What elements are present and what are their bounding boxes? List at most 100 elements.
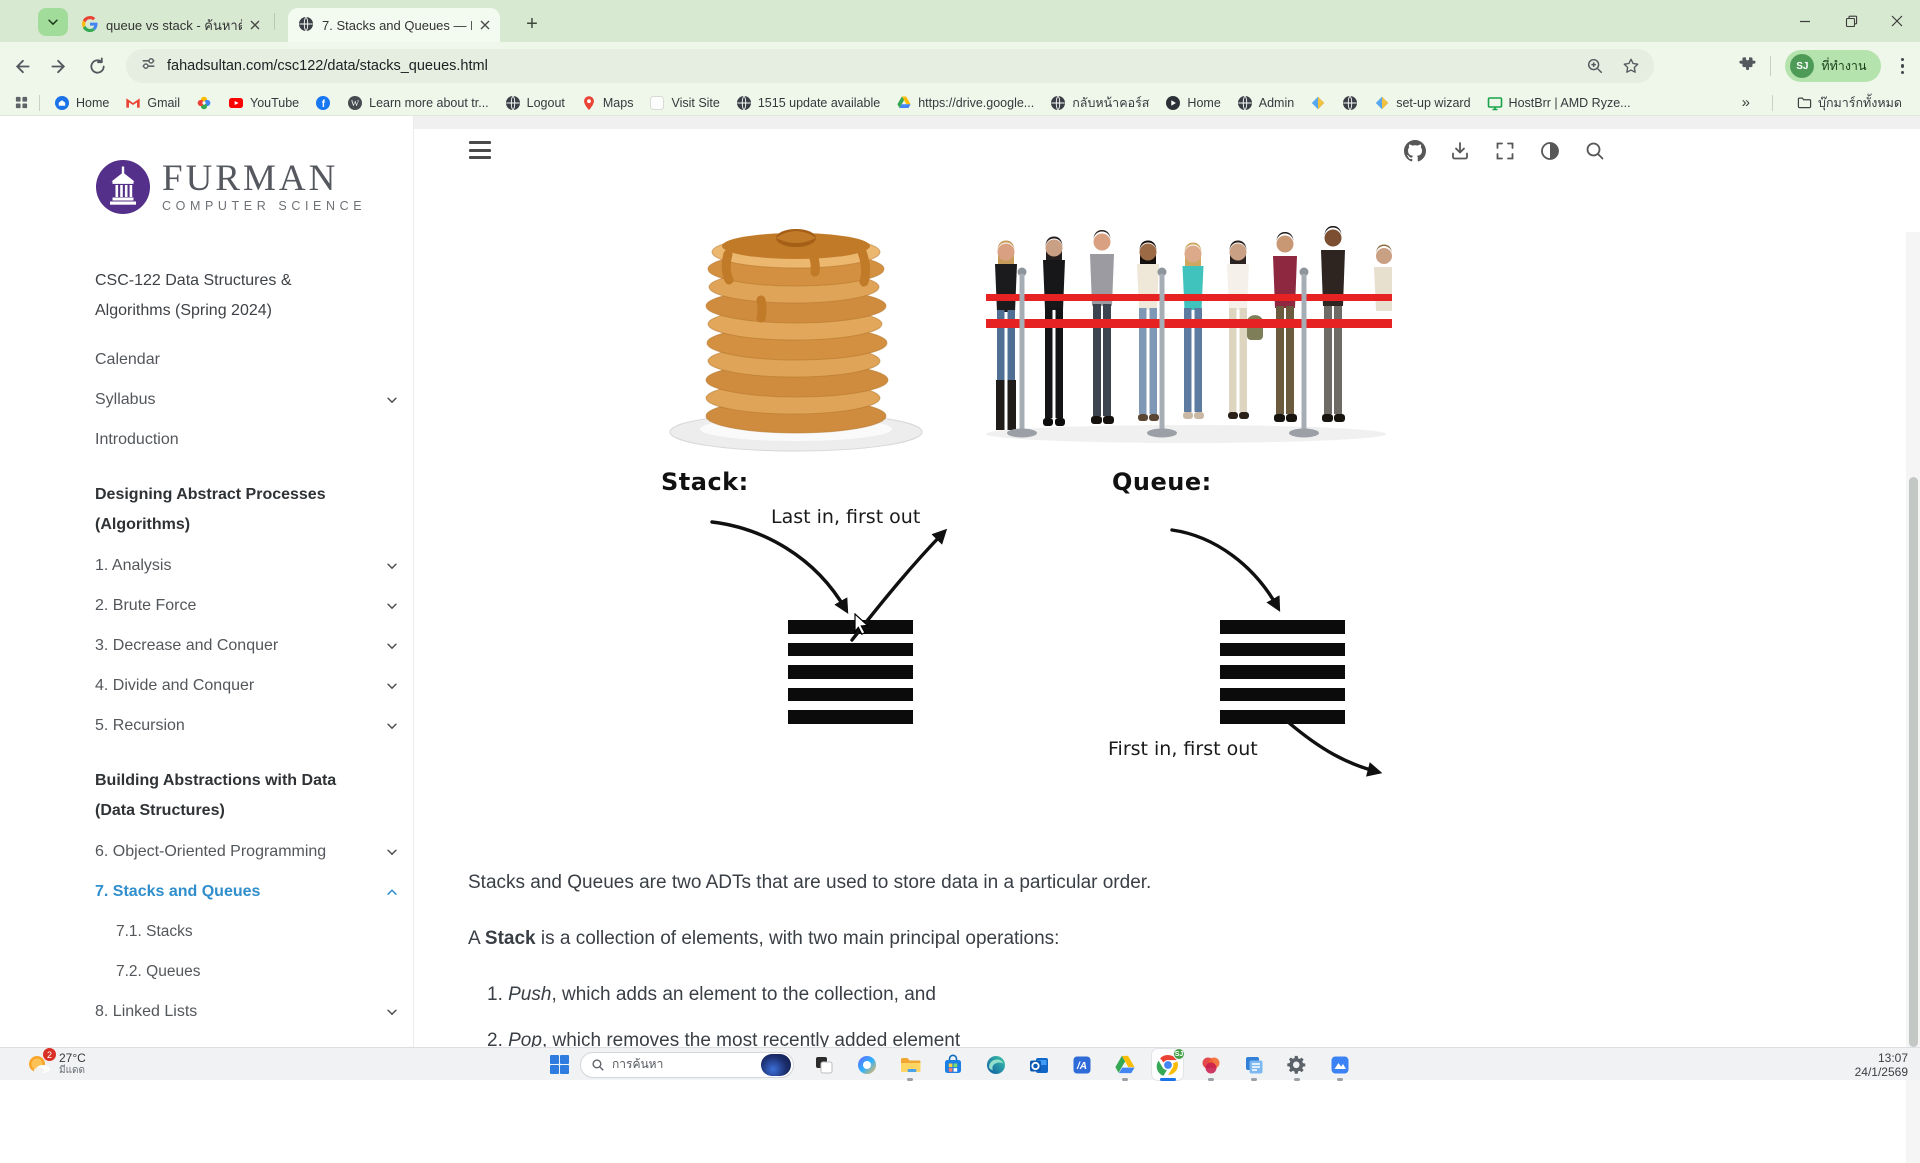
bookmark-item[interactable]: Visit Site [641, 95, 727, 111]
extensions-icon[interactable] [1737, 54, 1756, 78]
lifo-label: Last in, first out [771, 506, 920, 528]
sidebar-item[interactable]: Introduction [95, 420, 399, 460]
outlook-taskbar-icon[interactable] [1023, 1049, 1054, 1080]
bookmark-item[interactable]: 1515 update available [728, 95, 888, 111]
sidebar-item[interactable]: 6. Object-Oriented Programming [95, 832, 399, 872]
chevron-down-icon[interactable] [385, 845, 399, 859]
bookmark-item[interactable]: Admin [1229, 95, 1302, 111]
close-window-button[interactable] [1874, 0, 1920, 42]
minimize-button[interactable] [1782, 0, 1828, 42]
bookmark-item[interactable]: https://drive.google... [888, 95, 1042, 111]
theme-contrast-icon[interactable] [1539, 140, 1561, 162]
ms-store-taskbar-icon[interactable] [937, 1049, 968, 1080]
edge-taskbar-icon[interactable] [980, 1049, 1011, 1080]
sidebar-item[interactable]: Calendar [95, 340, 399, 380]
sidebar-item-label: 4. Divide and Conquer [95, 677, 385, 695]
chrome-taskbar-icon[interactable]: SJ [1152, 1049, 1183, 1080]
sidebar-item[interactable]: 1. Analysis [95, 546, 399, 586]
zoom-icon[interactable] [1586, 57, 1604, 75]
queue-people-image [986, 222, 1392, 455]
furman-logo[interactable]: FURMAN COMPUTER SCIENCE [95, 158, 399, 216]
bookmark-item[interactable]: YouTube [220, 95, 307, 111]
profile-chip[interactable]: SJ ที่ทำงาน [1785, 50, 1880, 82]
bookmarks-overflow-chevron[interactable]: » [1736, 94, 1756, 111]
bookmark-item[interactable]: f [307, 95, 339, 111]
bookmark-item[interactable]: Maps [573, 95, 642, 111]
chevron-down-icon[interactable] [385, 639, 399, 653]
taskbar-clock[interactable]: 13:07 24/1/2569 [1855, 1051, 1908, 1079]
chevron-down-icon[interactable] [385, 1005, 399, 1019]
red-media-app-taskbar-icon[interactable] [1195, 1049, 1226, 1080]
bookmark-item[interactable] [188, 95, 220, 111]
close-icon[interactable] [480, 20, 490, 30]
sidebar-item[interactable]: Syllabus [95, 380, 399, 420]
settings-taskbar-icon[interactable] [1281, 1049, 1312, 1080]
new-tab-button[interactable]: + [518, 10, 546, 38]
chevron-down-icon[interactable] [385, 393, 399, 407]
bookmark-item[interactable]: Home [46, 95, 117, 111]
bookmark-item[interactable]: Logout [497, 95, 573, 111]
address-bar[interactable]: fahadsultan.com/csc122/data/stacks_queue… [126, 49, 1654, 83]
file-explorer-taskbar-icon[interactable] [894, 1049, 925, 1080]
chevron-up-icon[interactable] [385, 885, 399, 899]
tab-stacks-queues[interactable]: 7. Stacks and Queues — Data St [288, 8, 500, 42]
copilot-taskbar-icon[interactable] [851, 1049, 882, 1080]
forward-button[interactable] [42, 49, 76, 83]
bookmark-item[interactable]: set-up wizard [1366, 95, 1478, 111]
bookmark-item[interactable]: Home [1157, 95, 1228, 111]
bookmark-item[interactable]: HostBrr | AMD Ryze... [1479, 95, 1639, 111]
list-item-pop: 2. Pop, which removes the most recently … [487, 1030, 960, 1047]
bookmark-star-icon[interactable] [1622, 57, 1640, 75]
intro-paragraph: Stacks and Queues are two ADTs that are … [468, 872, 1151, 894]
apps-grid-icon[interactable] [10, 95, 33, 110]
tab-search-button[interactable] [38, 8, 68, 36]
download-icon[interactable] [1449, 140, 1471, 162]
chevron-down-icon[interactable] [385, 559, 399, 573]
reload-button[interactable] [80, 49, 114, 83]
task-view-taskbar-icon[interactable] [808, 1049, 839, 1080]
all-bookmarks-button[interactable]: บุ๊กมาร์กทั้งหมด [1789, 93, 1910, 113]
github-icon[interactable] [1404, 140, 1426, 162]
scrollbar[interactable] [1906, 232, 1920, 1163]
time-label: 13:07 [1855, 1051, 1908, 1065]
bookmark-item[interactable] [1302, 95, 1334, 111]
sidebar-item-label: 7.1. Stacks [116, 923, 399, 941]
fullscreen-icon[interactable] [1494, 140, 1516, 162]
restore-button[interactable] [1828, 0, 1874, 42]
sidebar-item[interactable]: 7. Stacks and Queues [95, 872, 399, 912]
sidebar-item[interactable]: 2. Brute Force [95, 586, 399, 626]
ia-notes-taskbar-icon[interactable]: /A [1066, 1049, 1097, 1080]
scrollbar-thumb[interactable] [1909, 477, 1918, 1047]
search-icon[interactable] [1584, 140, 1606, 162]
layers-app-taskbar-icon[interactable] [1238, 1049, 1269, 1080]
bookmark-item[interactable]: WLearn more about tr... [339, 95, 497, 111]
chevron-down-icon[interactable] [385, 599, 399, 613]
mountain-app-taskbar-icon[interactable] [1324, 1049, 1355, 1080]
menu-kebab-icon[interactable] [1895, 58, 1911, 75]
hamburger-menu-icon[interactable] [469, 141, 491, 164]
sidebar-item[interactable]: 7.1. Stacks [95, 912, 399, 952]
taskbar-weather-widget[interactable]: 2 27°C มีแดด [24, 1050, 86, 1078]
sidebar-item[interactable]: 8. Linked Lists [95, 992, 399, 1032]
bookmark-item[interactable]: กลับหน้าคอร์ส [1042, 93, 1157, 113]
sidebar-item[interactable]: 4. Divide and Conquer [95, 666, 399, 706]
taskbar-search-box[interactable]: การค้นหา [580, 1052, 794, 1078]
sidebar-item[interactable]: 3. Decrease and Conquer [95, 626, 399, 666]
sidebar-section-header: Designing Abstract Processes (Algorithms… [95, 474, 399, 546]
sidebar-item[interactable]: 7.2. Queues [95, 952, 399, 992]
bookmark-item[interactable] [1334, 95, 1366, 111]
search-highlight-image[interactable] [761, 1054, 791, 1076]
windows-start-button[interactable] [549, 1054, 570, 1075]
facebook-icon: f [315, 95, 331, 111]
close-icon[interactable] [250, 20, 260, 30]
tab-google-search[interactable]: queue vs stack - ค้นหาด้วย Goog [72, 8, 270, 42]
sidebar-item[interactable]: 5. Recursion [95, 706, 399, 746]
tune-icon[interactable] [140, 55, 157, 77]
chevron-down-icon[interactable] [385, 679, 399, 693]
back-button[interactable] [4, 49, 38, 83]
google-drive-taskbar-icon[interactable] [1109, 1049, 1140, 1080]
course-title[interactable]: CSC-122 Data Structures & Algorithms (Sp… [95, 266, 399, 326]
chevron-down-icon[interactable] [385, 719, 399, 733]
bookmark-item[interactable]: Gmail [117, 95, 188, 111]
url-text[interactable]: fahadsultan.com/csc122/data/stacks_queue… [167, 58, 488, 74]
